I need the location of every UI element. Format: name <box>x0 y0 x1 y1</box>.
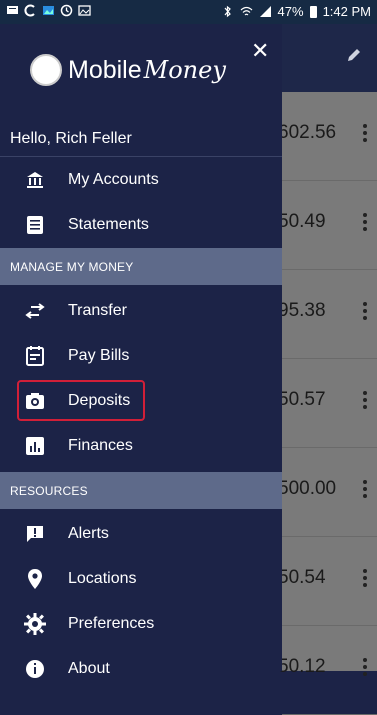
section-header-manage-my-money: MANAGE MY MONEY <box>0 248 282 285</box>
more-vert-icon[interactable] <box>363 658 367 679</box>
location-pin-icon <box>24 568 46 590</box>
notification-icons <box>6 4 91 17</box>
battery-icon <box>309 5 317 18</box>
bill-icon <box>24 345 46 367</box>
gear-icon <box>24 613 46 635</box>
status-bar: 47% 1:42 PM <box>0 0 377 24</box>
menu-item-label: My Accounts <box>68 171 159 188</box>
menu-item-pay-bills[interactable]: Pay Bills <box>0 334 282 378</box>
account-row[interactable]: 500.00 <box>278 448 377 537</box>
gallery-icon <box>43 6 54 15</box>
more-vert-icon[interactable] <box>363 569 367 590</box>
account-balance: 95.38 <box>278 300 326 321</box>
menu-item-label: Finances <box>68 437 133 454</box>
menu-item-label: Statements <box>68 216 149 233</box>
signal-icon <box>259 6 271 17</box>
account-balance: 500.00 <box>278 478 337 499</box>
account-row[interactable]: 95.38 <box>278 270 377 359</box>
bar-chart-icon <box>24 435 46 457</box>
menu-item-label: Locations <box>68 570 137 587</box>
menu-item-label: Pay Bills <box>68 347 130 364</box>
divider <box>0 156 282 157</box>
account-balance: 50.49 <box>278 211 326 232</box>
account-balance: 50.57 <box>278 389 326 410</box>
system-icons: 47% 1:42 PM <box>221 4 371 19</box>
alert-icon <box>24 523 46 545</box>
account-row[interactable]: 50.57 <box>278 359 377 448</box>
section-header-resources: RESOURCES <box>0 472 282 509</box>
menu-item-about[interactable]: About <box>0 647 282 691</box>
more-vert-icon[interactable] <box>363 124 367 145</box>
user-greeting: Hello, Rich Feller <box>10 130 132 147</box>
more-vert-icon[interactable] <box>363 302 367 323</box>
seal-icon <box>30 54 62 86</box>
logo-script-text: Money <box>143 56 226 84</box>
close-icon[interactable]: ✕ <box>251 38 269 64</box>
clock-icon <box>60 4 73 17</box>
image-icon <box>78 5 91 16</box>
edit-pencil-icon[interactable] <box>345 46 363 64</box>
menu-item-statements[interactable]: Statements <box>0 203 282 247</box>
info-icon <box>24 658 46 680</box>
c-icon <box>24 4 35 17</box>
account-balance: 50.12 <box>278 656 326 677</box>
navigation-drawer: ✕ Mobile Money Hello, Rich Feller My Acc… <box>0 24 282 678</box>
menu-item-preferences[interactable]: Preferences <box>0 602 282 646</box>
menu-item-label: Transfer <box>68 302 127 319</box>
menu-item-my-accounts[interactable]: My Accounts <box>0 158 282 202</box>
menu-item-label: About <box>68 660 110 677</box>
more-vert-icon[interactable] <box>363 391 367 412</box>
bank-icon <box>24 169 46 191</box>
clock-time: 1:42 PM <box>322 4 371 19</box>
wifi-icon <box>240 6 252 16</box>
swap-arrows-icon <box>24 300 46 322</box>
menu-item-label: Preferences <box>68 615 155 632</box>
account-balance: 50.54 <box>278 567 326 588</box>
section-title: MANAGE MY MONEY <box>10 260 134 274</box>
menu-item-locations[interactable]: Locations <box>0 557 282 601</box>
menu-item-transfer[interactable]: Transfer <box>0 289 282 333</box>
section-title: RESOURCES <box>10 484 88 498</box>
document-icon <box>24 214 46 236</box>
menu-item-finances[interactable]: Finances <box>0 424 282 468</box>
message-icon <box>7 6 18 14</box>
account-row[interactable]: 50.54 <box>278 537 377 626</box>
account-balance: 602.56 <box>278 122 337 143</box>
accounts-screen-background: 602.56 50.49 95.38 50.57 500.00 50.54 50… <box>278 24 377 715</box>
more-vert-icon[interactable] <box>363 213 367 234</box>
more-vert-icon[interactable] <box>363 480 367 501</box>
menu-item-alerts[interactable]: Alerts <box>0 512 282 556</box>
menu-item-label: Alerts <box>68 525 109 542</box>
app-toolbar <box>282 24 377 92</box>
battery-percent: 47% <box>277 4 304 19</box>
app-logo: Mobile Money <box>30 54 226 86</box>
account-row[interactable]: 50.49 <box>278 181 377 270</box>
account-row[interactable]: 602.56 <box>278 92 377 181</box>
deposits-highlight-box <box>17 380 145 421</box>
logo-text: Mobile <box>68 55 142 84</box>
bluetooth-icon <box>224 5 231 18</box>
